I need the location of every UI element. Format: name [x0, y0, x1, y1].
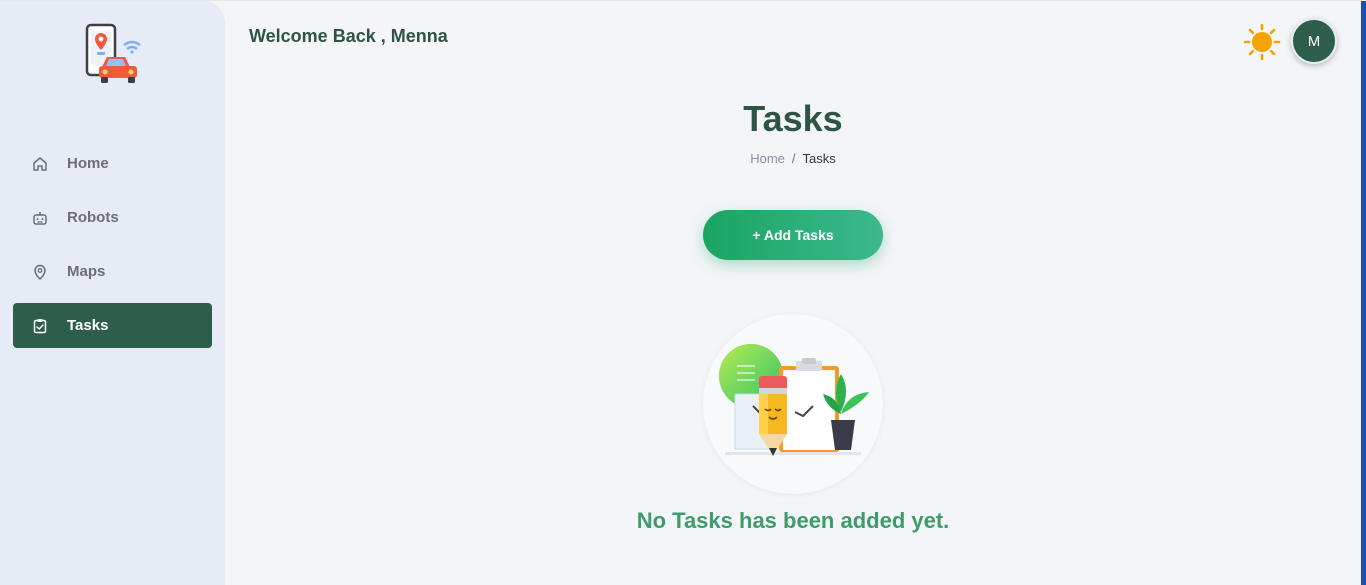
add-tasks-button[interactable]: + Add Tasks	[703, 210, 883, 260]
pencil-clipboard-illustration-icon	[719, 344, 869, 456]
theme-toggle-button[interactable]	[1243, 23, 1281, 61]
sidebar-item-home[interactable]: Home	[13, 141, 212, 186]
breadcrumb-separator: /	[791, 151, 796, 166]
clipboard-check-icon	[31, 317, 49, 335]
breadcrumb-current: Tasks	[802, 151, 836, 166]
app-logo[interactable]	[82, 21, 142, 85]
home-icon	[31, 155, 49, 173]
sidebar-item-label: Tasks	[67, 317, 109, 334]
welcome-message: Welcome Back , Menna	[249, 26, 448, 46]
sidebar-nav: Home Robots Maps Tasks	[13, 141, 212, 357]
sidebar-item-label: Maps	[67, 263, 106, 280]
sidebar-item-maps[interactable]: Maps	[13, 249, 212, 294]
sidebar-item-label: Home	[67, 155, 109, 172]
user-avatar[interactable]: M	[1291, 18, 1337, 64]
sidebar: Home Robots Maps Tasks	[0, 1, 225, 585]
page-title: Tasks	[743, 98, 843, 139]
map-pin-icon	[31, 263, 49, 281]
breadcrumb-home-link[interactable]: Home	[750, 151, 785, 166]
sun-icon	[1243, 23, 1281, 61]
sidebar-item-label: Robots	[67, 209, 119, 226]
empty-state-message: No Tasks has been added yet.	[636, 508, 950, 533]
empty-state-illustration	[703, 314, 883, 494]
app-window: Home Robots Maps Tasks Welcome Back , Me…	[0, 0, 1366, 585]
sidebar-item-robots[interactable]: Robots	[13, 195, 212, 240]
breadcrumb: Home / Tasks	[593, 151, 993, 166]
car-phone-logo-icon	[85, 23, 141, 83]
window-edge	[1361, 1, 1366, 585]
sidebar-item-tasks[interactable]: Tasks	[13, 303, 212, 348]
robot-icon	[31, 209, 49, 227]
